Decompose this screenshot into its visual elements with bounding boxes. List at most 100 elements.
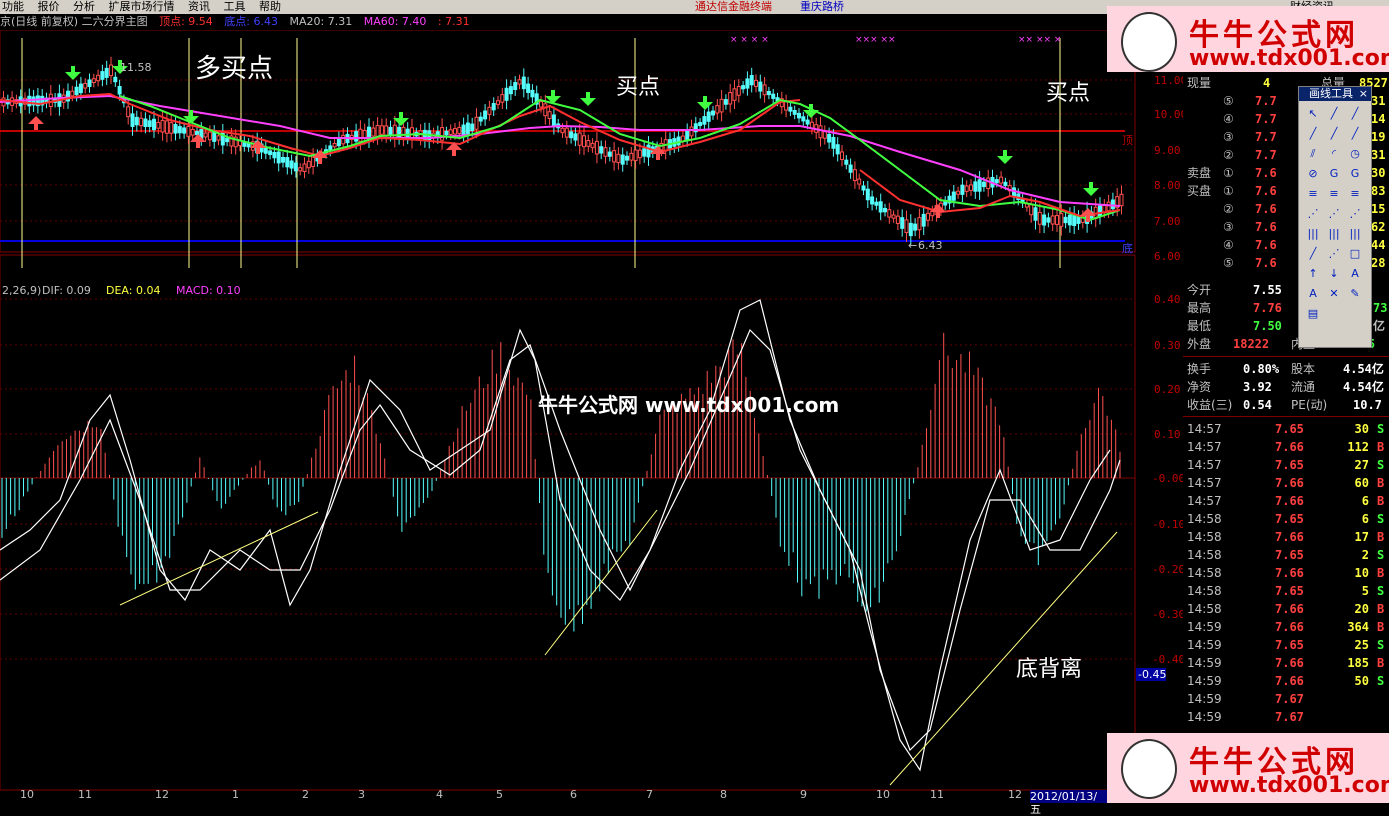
draw-tool-button[interactable]: □ — [1345, 245, 1365, 263]
draw-tool-button[interactable]: ╱ — [1345, 125, 1365, 143]
candle-body — [1067, 214, 1072, 226]
tick-row: 14:57 7.65 27 S — [1187, 458, 1385, 472]
draw-tool-button[interactable]: ⋰ — [1303, 205, 1323, 223]
ad-terminal-link[interactable]: 通达信金融终端 — [695, 0, 772, 14]
candle-body — [96, 74, 101, 82]
candle-body — [1033, 207, 1038, 221]
menu-item-help[interactable]: 帮助 — [259, 0, 281, 14]
candle-body — [1059, 213, 1064, 227]
candle-body — [1003, 181, 1008, 186]
candle-body — [461, 124, 466, 135]
candle-body — [539, 101, 543, 108]
draw-tool-button[interactable]: ||| — [1303, 225, 1323, 243]
candle-body — [272, 151, 277, 159]
draw-tool-button[interactable]: ↑ — [1303, 265, 1323, 283]
menu-item-quote[interactable]: 报价 — [38, 0, 60, 14]
draw-tool-button[interactable]: G — [1324, 165, 1344, 183]
logo-url: www.tdx001.com — [1189, 773, 1389, 798]
candle-body — [852, 169, 857, 182]
draw-tool-button[interactable]: ||| — [1345, 225, 1365, 243]
tick-row: 14:57 7.66 60 B — [1187, 476, 1385, 490]
menu-item-analysis[interactable]: 分析 — [73, 0, 95, 14]
candle-body — [104, 67, 109, 78]
drawing-toolbox[interactable]: 画线工具 × ↖ ╱ ╱ ╱ ╱ ╱ ⫽ ◜ ◷ ⊘ G G ≡ ≡ ≡ ⋰ ⋰ ⋰ ||| ||| ||| ╱ ⋰ □ ↑ ↓ A… — [1298, 86, 1372, 348]
svg-text:-0.00: -0.00 — [1152, 472, 1183, 485]
draw-tool-button[interactable]: ◷ — [1345, 145, 1365, 163]
menu-item-extended-market[interactable]: 扩展市场行情 — [109, 0, 175, 14]
candle-body — [203, 132, 208, 138]
svg-text:-0.40: -0.40 — [1152, 653, 1183, 666]
candle-body — [160, 119, 165, 133]
candle-body — [332, 143, 337, 148]
candle-body — [547, 111, 552, 120]
draw-tool-button[interactable]: ≡ — [1324, 185, 1344, 203]
nav-row: 净资 3.92 流通 4.54亿 — [1187, 380, 1384, 394]
draw-tool-button[interactable]: ⋰ — [1324, 245, 1344, 263]
draw-tool-button[interactable]: ▤ — [1303, 305, 1323, 323]
draw-tool-button[interactable]: ◜ — [1324, 145, 1344, 163]
logo-url: www.tdx001.com — [1189, 46, 1389, 71]
candle-body — [848, 164, 853, 173]
candle-body — [835, 144, 840, 155]
candle-body — [792, 109, 797, 115]
candle-body — [917, 217, 922, 231]
draw-tool-button[interactable]: ╱ — [1324, 125, 1344, 143]
candle-body — [530, 89, 535, 98]
candle-body — [1076, 216, 1081, 224]
draw-tool-button[interactable]: ||| — [1324, 225, 1344, 243]
current-date-box: 2012/01/13/五 — [1030, 790, 1108, 816]
candle-body — [625, 155, 629, 161]
eps-row: 收益(三) 0.54 PE(动) 10.7 — [1187, 398, 1382, 412]
candle-body — [306, 160, 311, 169]
candle-body — [440, 127, 445, 141]
draw-tool-button[interactable]: ↖ — [1303, 105, 1323, 123]
draw-tool-button[interactable]: ⋰ — [1324, 205, 1344, 223]
candle-body — [878, 201, 883, 213]
top-point-label: 顶点: 9.54 — [159, 15, 213, 28]
draw-tool-button[interactable]: ≡ — [1303, 185, 1323, 203]
menu-item-news[interactable]: 资讯 — [188, 0, 210, 14]
candle-body — [797, 112, 801, 119]
candle-body — [117, 85, 122, 95]
candle-body — [341, 134, 346, 145]
draw-tool-button[interactable]: ╱ — [1345, 105, 1365, 123]
candle-body — [818, 125, 823, 139]
draw-tool-button[interactable]: ✕ — [1324, 285, 1344, 303]
candle-body — [999, 176, 1004, 184]
candle-body — [139, 117, 144, 127]
draw-tool-button[interactable]: ≡ — [1345, 185, 1365, 203]
top-x-markers: × × × × ××× ×× ×× ×× × — [730, 35, 1061, 45]
candle-body — [152, 118, 156, 131]
ma20-line-tail — [859, 169, 1121, 218]
draw-tool-button[interactable]: G — [1345, 165, 1365, 183]
candle-body — [358, 128, 363, 142]
candle-body — [685, 130, 690, 140]
candle-body — [212, 132, 217, 142]
draw-tool-button[interactable]: ✎ — [1345, 285, 1365, 303]
draw-tool-button[interactable]: ⊘ — [1303, 165, 1323, 183]
svg-text:0.30: 0.30 — [1154, 339, 1181, 352]
ad-stock-link[interactable]: 重庆路桥 — [800, 0, 844, 14]
candle-body — [964, 185, 969, 192]
candle-body — [74, 86, 79, 96]
candle-body — [951, 191, 956, 201]
draw-tool-button[interactable]: ╱ — [1303, 125, 1323, 143]
draw-tool-button[interactable]: ⫽ — [1303, 145, 1323, 163]
svg-text:× × × ×: × × × × — [730, 35, 769, 45]
menu-item-tools[interactable]: 工具 — [224, 0, 246, 14]
buy-label: 买盘 — [1187, 184, 1212, 198]
candle-body — [822, 131, 827, 139]
peak-price-label: 11.58 — [120, 61, 152, 74]
close-icon[interactable]: × — [1359, 87, 1368, 100]
draw-tool-button[interactable]: A — [1303, 285, 1323, 303]
macd-current-value: -0.45 — [1138, 668, 1166, 681]
draw-tool-button[interactable]: ╱ — [1303, 245, 1323, 263]
menu-item-function[interactable]: 功能 — [2, 0, 24, 14]
candle-body — [883, 207, 887, 213]
candle-body — [375, 125, 380, 137]
draw-tool-button[interactable]: A — [1345, 265, 1365, 283]
draw-tool-button[interactable]: ⋰ — [1345, 205, 1365, 223]
draw-tool-button[interactable]: ╱ — [1324, 105, 1344, 123]
draw-tool-button[interactable]: ↓ — [1324, 265, 1344, 283]
candle-body — [926, 212, 930, 221]
